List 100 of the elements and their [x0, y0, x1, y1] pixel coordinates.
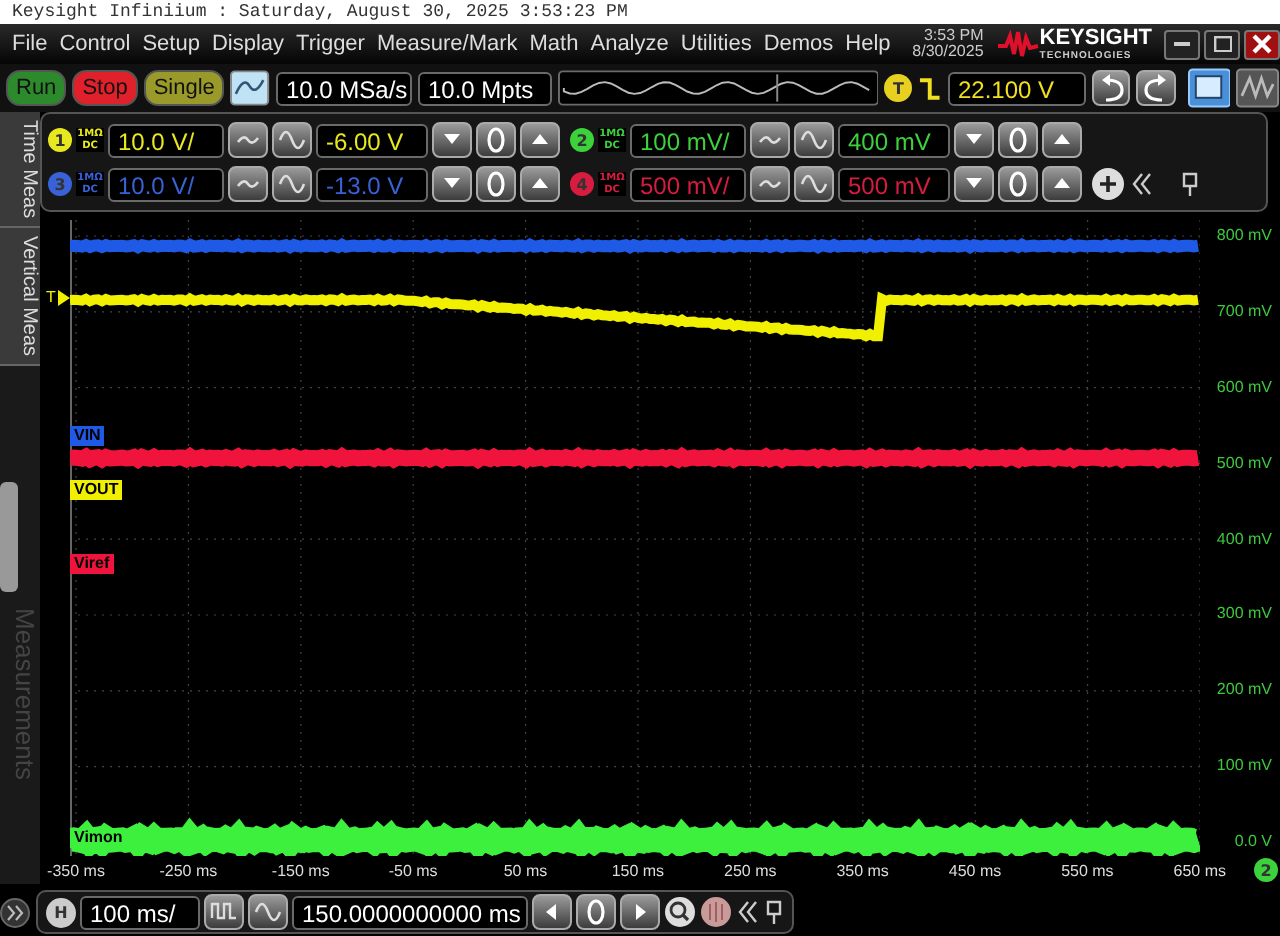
channel-badge[interactable]: 1: [48, 128, 72, 152]
pin-icon[interactable]: [764, 900, 784, 924]
menu-item[interactable]: Math: [529, 32, 579, 56]
zero-button[interactable]: [998, 166, 1038, 202]
menu-item[interactable]: Demos: [763, 32, 834, 56]
decrease-button[interactable]: [954, 166, 994, 202]
time-position-field[interactable]: 150.0000000000 ms: [292, 895, 528, 929]
minimize-button[interactable]: [1164, 29, 1200, 59]
single-button[interactable]: Single: [143, 70, 225, 106]
expand-icon[interactable]: [0, 897, 30, 927]
increase-button[interactable]: [520, 166, 560, 202]
dial-icon[interactable]: [700, 896, 732, 928]
axis-label: 450 ms: [946, 861, 1004, 879]
menu-item[interactable]: Utilities: [680, 32, 752, 56]
close-button[interactable]: [1244, 29, 1280, 59]
autoscale-icon[interactable]: [230, 70, 270, 106]
add-button[interactable]: [1092, 168, 1124, 200]
menu-item[interactable]: Display: [211, 32, 285, 56]
offset-field[interactable]: 400 mV: [838, 123, 950, 157]
menu-item[interactable]: Setup: [142, 32, 200, 56]
sine-icon: [254, 898, 282, 926]
offset-field[interactable]: 500 mV: [838, 167, 950, 201]
waveform-button[interactable]: [248, 894, 288, 930]
channel-badge[interactable]: 2: [570, 128, 594, 152]
axis-channel-badge[interactable]: 2: [1254, 858, 1278, 882]
panel-handle-icon[interactable]: [0, 482, 18, 593]
offset-field[interactable]: -6.00 V: [316, 123, 428, 157]
zoom-icon[interactable]: [664, 896, 696, 928]
zero-icon: [1004, 170, 1032, 198]
axis-label: 700 mV: [1214, 299, 1274, 324]
brand-name: KEYSIGHT: [1039, 27, 1152, 49]
side-tab[interactable]: Time Meas: [0, 112, 40, 229]
left-button[interactable]: [532, 894, 572, 930]
waveform-label[interactable]: VOUT: [70, 480, 123, 500]
scale-field[interactable]: 10.0 V/: [108, 167, 224, 201]
falling-edge-icon: [918, 74, 942, 102]
right-button[interactable]: [620, 894, 660, 930]
zero-button[interactable]: [576, 894, 616, 930]
square-wave-button[interactable]: [204, 894, 244, 930]
waveform-button[interactable]: [794, 122, 834, 158]
trigger-marker[interactable]: T: [46, 288, 56, 306]
waveform-button[interactable]: [794, 166, 834, 202]
filter-button[interactable]: [228, 122, 268, 158]
undo-icon: [1097, 74, 1126, 102]
scale-field[interactable]: 100 mV/: [630, 123, 746, 157]
zero-button[interactable]: [998, 122, 1038, 158]
collapse-icon[interactable]: [736, 900, 760, 924]
increase-button[interactable]: [1042, 122, 1082, 158]
stop-button[interactable]: Stop: [72, 70, 138, 106]
sine-icon: [278, 170, 306, 198]
zero-button[interactable]: [476, 122, 516, 158]
filter-button[interactable]: [750, 166, 790, 202]
zero-icon: [582, 898, 610, 926]
zero-icon: [482, 170, 510, 198]
filter-button[interactable]: [228, 166, 268, 202]
scale-field[interactable]: 10.0 V/: [108, 123, 224, 157]
axis-label: 50 ms: [501, 861, 550, 879]
decrease-button[interactable]: [432, 122, 472, 158]
decrease-button[interactable]: [954, 122, 994, 158]
redo-button[interactable]: [1136, 70, 1176, 106]
run-button[interactable]: Run: [6, 70, 67, 106]
trigger-level-field[interactable]: 22.100 V: [948, 71, 1086, 105]
side-tab[interactable]: Vertical Meas: [0, 228, 40, 367]
trigger-badge[interactable]: T: [884, 74, 913, 102]
scale-field[interactable]: 500 mV/: [630, 167, 746, 201]
offset-field[interactable]: -13.0 V: [316, 167, 428, 201]
horizontal-badge[interactable]: H: [46, 897, 76, 927]
menu-item[interactable]: Analyze: [590, 32, 669, 56]
clock-date: 8/30/2025: [912, 44, 984, 60]
menu-item[interactable]: File: [12, 32, 48, 56]
menu-item[interactable]: Measure/Mark: [376, 32, 518, 56]
waveform-label[interactable]: VIN: [70, 426, 105, 446]
plus-icon: [1098, 174, 1118, 194]
waveform-button[interactable]: [272, 166, 312, 202]
waveform-preview-icon: [557, 70, 879, 106]
menu-item[interactable]: Control: [59, 32, 131, 56]
zero-button[interactable]: [476, 166, 516, 202]
collapse-icon[interactable]: [1130, 172, 1154, 196]
sample-rate-field[interactable]: 10.0 MSa/s: [275, 71, 412, 105]
axis-label: 250 ms: [722, 861, 779, 879]
maximize-button[interactable]: [1204, 29, 1240, 59]
decrease-button[interactable]: [432, 166, 472, 202]
window-layout-icon[interactable]: [1187, 68, 1231, 108]
pin-icon[interactable]: [1180, 172, 1200, 196]
menu-item[interactable]: Help: [845, 32, 891, 56]
waveform-button[interactable]: [272, 122, 312, 158]
axis-label: -150 ms: [269, 861, 332, 879]
zero-icon: [1004, 126, 1032, 154]
filter-button[interactable]: [750, 122, 790, 158]
increase-button[interactable]: [1042, 166, 1082, 202]
memory-depth-field[interactable]: 10.0 Mpts: [417, 71, 552, 105]
time-scale-field[interactable]: 100 ms/: [80, 895, 200, 929]
menu-item[interactable]: Trigger: [296, 32, 365, 56]
waveform-icon[interactable]: [1236, 68, 1280, 108]
axis-label: -250 ms: [157, 861, 220, 879]
undo-button[interactable]: [1091, 70, 1131, 106]
axis-label: 800 mV: [1214, 224, 1274, 248]
waveform-label[interactable]: Viref: [70, 554, 114, 574]
waveform-label[interactable]: Vimon: [70, 828, 127, 848]
increase-button[interactable]: [520, 122, 560, 158]
